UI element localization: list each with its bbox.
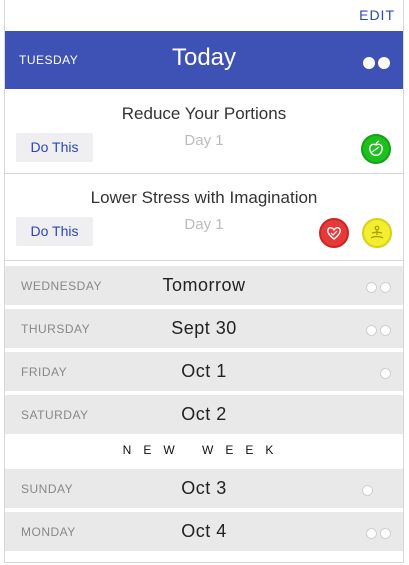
progress-dot <box>366 282 377 294</box>
meditation-icon[interactable] <box>362 218 392 248</box>
day-row-wednesday[interactable]: WEDNESDAY Tomorrow <box>5 266 403 305</box>
today-progress-dots <box>360 54 390 72</box>
progress-dots <box>363 322 391 340</box>
progress-dot <box>380 325 391 337</box>
progress-dots <box>377 365 391 383</box>
progress-dot <box>380 282 391 294</box>
task-name: Reduce Your Portions <box>121 104 287 123</box>
do-this-button[interactable]: Do This <box>16 217 93 246</box>
progress-dots <box>363 525 391 543</box>
day-title: Oct 2 <box>181 404 227 424</box>
day-row-sunday[interactable]: SUNDAY Oct 3 <box>5 469 403 508</box>
task-card-reduce-portions: Reduce Your Portions Day 1 Do This <box>5 90 403 174</box>
day-row-thursday[interactable]: THURSDAY Sept 30 <box>5 309 403 348</box>
do-this-button[interactable]: Do This <box>16 133 93 162</box>
heart-icon[interactable] <box>319 218 349 248</box>
apple-icon[interactable] <box>361 134 391 164</box>
day-title: Oct 4 <box>181 521 227 541</box>
edit-button[interactable]: EDIT <box>359 7 395 23</box>
day-row-monday[interactable]: MONDAY Oct 4 <box>5 512 403 551</box>
day-title: Sept 30 <box>171 318 237 338</box>
progress-dot <box>378 56 390 69</box>
today-title: Today <box>171 44 237 71</box>
progress-dot <box>366 528 377 540</box>
progress-dot <box>362 485 373 497</box>
progress-dots <box>359 482 373 500</box>
day-row-friday[interactable]: FRIDAY Oct 1 <box>5 352 403 391</box>
progress-dot <box>380 368 391 380</box>
task-card-lower-stress: Lower Stress with Imagination Day 1 Do T… <box>5 174 403 261</box>
progress-dot <box>366 325 377 337</box>
new-week-divider: NEW WEEK <box>5 436 403 465</box>
day-title: Tomorrow <box>162 275 246 295</box>
progress-dot <box>380 528 391 540</box>
today-header[interactable]: TUESDAY Today <box>5 31 403 89</box>
progress-dots <box>363 279 391 297</box>
progress-dot <box>363 56 375 69</box>
day-title: Oct 1 <box>181 361 227 381</box>
task-name: Lower Stress with Imagination <box>90 188 318 207</box>
day-row-saturday[interactable]: SATURDAY Oct 2 <box>5 395 403 434</box>
day-title: Oct 3 <box>181 478 227 498</box>
